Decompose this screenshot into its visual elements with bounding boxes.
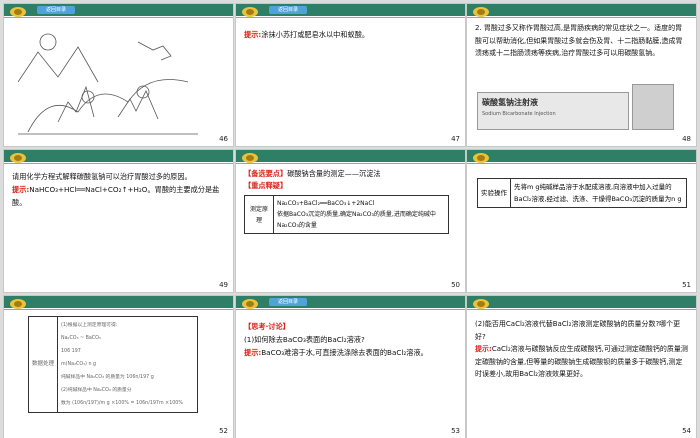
key-point-label: 【备选要点】 [244,169,288,178]
back-to-contents-button[interactable]: 返回目录 [269,298,307,306]
calc-line: 106 197 [61,349,81,354]
slide-header-bar [4,150,233,164]
slide-number: 52 [219,427,228,435]
slide-header-bar [467,296,696,310]
logo-icon [242,7,258,17]
calc-line: (2)纯碱样品中 Na₂CO₃ 的质量分 [61,388,132,393]
slide-body: 【备选要点】碳酸钠含量的测定——沉淀法 【重点释疑】 测定原理 Na₂CO₃+B… [244,168,457,234]
tip-label: 提示: [244,30,262,39]
medicine-photo: 碳酸氢钠注射液 Sodium Bicarbonate Injection [477,92,629,130]
slide-body: 【思考·讨论】 (1)如何除去BaCO₃表面的BaCl₂溶液? 提示:BaCO₃… [244,320,457,359]
think-discuss-label: 【思考·讨论】 [244,322,290,331]
logo-icon [473,299,489,309]
slide-number: 47 [451,135,460,143]
slide-number: 54 [682,427,691,435]
logo-icon [10,299,26,309]
slide-thumbnail[interactable]: 返回目录 46 [4,4,233,146]
tip-label: 提示: [244,348,262,357]
slide-number: 53 [451,427,460,435]
medicine-box-photo [632,84,674,130]
slide-number: 48 [682,135,691,143]
logo-icon [10,7,26,17]
calc-line: 纯碱样品中 Na₂CO₃ 的质量为 106n/197 g [61,375,154,380]
slide-thumbnail[interactable]: 请用化学方程式解释碳酸氢钠可以治疗胃酸过多的原因。 提示:NaHCO₃+HCl═… [4,150,233,292]
key-point-text: 碳酸钠含量的测定——沉淀法 [287,169,381,178]
principle-text: 依据BaCO₃沉淀的质量,确定Na₂CO₃的质量,进而确定纯碱中Na₂CO₃的含… [277,211,436,229]
logo-icon [242,299,258,309]
data-processing-table: 数据处理 (1)根据以上测定原理可得: Na₂CO₃ ~ BaCO₃ 106 1… [28,316,198,413]
slide-header-bar [4,296,233,310]
slide-thumbnail[interactable]: 返回目录 【思考·讨论】 (1)如何除去BaCO₃表面的BaCl₂溶液? 提示:… [236,296,465,438]
table-label: 实验操作 [477,178,511,208]
slide-thumbnail[interactable]: 数据处理 (1)根据以上测定原理可得: Na₂CO₃ ~ BaCO₃ 106 1… [4,296,233,438]
principle-table: 测定原理 Na₂CO₃+BaCl₂══BaCO₃↓+2NaCl 依据BaCO₃沉… [244,195,449,234]
slide-thumbnail[interactable]: 返回目录 提示:涂抹小苏打或肥皂水以中和蚁酸。 47 [236,4,465,146]
slide-header-bar [467,150,696,164]
calc-line: 数为 (106n/197)/m g ×100% = 106n/197m ×100… [61,401,183,406]
slide-thumbnail[interactable]: 【备选要点】碳酸钠含量的测定——沉淀法 【重点释疑】 测定原理 Na₂CO₃+B… [236,150,465,292]
table-cell: Na₂CO₃+BaCl₂══BaCO₃↓+2NaCl 依据BaCO₃沉淀的质量,… [273,195,449,234]
question-text: 请用化学方程式解释碳酸氢钠可以治疗胃酸过多的原因。 [12,172,192,181]
slide-body: 提示:涂抹小苏打或肥皂水以中和蚁酸。 [244,28,457,41]
tip-text: 涂抹小苏打或肥皂水以中和蚁酸。 [261,30,370,39]
question-text: (1)如何除去BaCO₃表面的BaCl₂溶液? [244,335,365,344]
slide-number: 51 [682,281,691,289]
slide-number: 49 [219,281,228,289]
slide-thumbnail[interactable]: (2)能否用CaCl₂溶液代替BaCl₂溶液测定碳酸钠的质量分数?哪个更好? 提… [467,296,696,438]
operation-table: 实验操作 先将m g纯碱样品溶于水配成溶液,向溶液中加入过量的BaCl₂溶液,经… [477,178,687,208]
slide-number: 50 [451,281,460,289]
equation-text: Na₂CO₃+BaCl₂══BaCO₃↓+2NaCl [277,200,375,207]
slide-thumbnail[interactable]: 实验操作 先将m g纯碱样品溶于水配成溶液,向溶液中加入过量的BaCl₂溶液,经… [467,150,696,292]
slide-body: 请用化学方程式解释碳酸氢钠可以治疗胃酸过多的原因。 提示:NaHCO₃+HCl═… [12,170,225,209]
slide-thumbnail[interactable]: 2. 胃酸过多又称作胃酸过高,是胃肠疾病的常见症状之一。适度的胃酸可以帮助消化,… [467,4,696,146]
photo-subtitle: Sodium Bicarbonate Injection [482,111,556,117]
logo-icon [473,7,489,17]
tip-text: CaCl₂溶液与碳酸钠反应生成碳酸钙,可通过测定碳酸钙的质量测定碳酸钠的含量,但… [475,345,688,378]
slide-body: (2)能否用CaCl₂溶液代替BaCl₂溶液测定碳酸钠的质量分数?哪个更好? 提… [475,318,688,381]
slide-number: 46 [219,135,228,143]
table-label: 数据处理 [28,316,58,413]
question-text: (2)能否用CaCl₂溶液代替BaCl₂溶液测定碳酸钠的质量分数?哪个更好? [475,320,681,341]
focus-label: 【重点释疑】 [244,181,288,190]
table-label: 测定原理 [244,195,274,234]
table-cell: (1)根据以上测定原理可得: Na₂CO₃ ~ BaCO₃ 106 197 m(… [57,316,198,413]
slide-sorter-grid: 返回目录 46 返回目录 提示:涂抹小苏打或肥皂水以中和蚁酸。 47 2. 胃酸… [0,0,700,438]
slide-header-bar [467,4,696,18]
calc-line: m(Na₂CO₃) n g [61,362,97,367]
logo-icon [242,153,258,163]
logo-icon [473,153,489,163]
tip-label: 提示: [12,185,30,194]
back-to-contents-button[interactable]: 返回目录 [37,6,75,14]
slide-body: 2. 胃酸过多又称作胃酸过高,是胃肠疾病的常见症状之一。适度的胃酸可以帮助消化,… [475,24,683,57]
photo-title: 碳酸氢钠注射液 [482,98,538,107]
calc-line: (1)根据以上测定原理可得: [61,323,118,328]
tip-text: NaHCO₃+HCl══NaCl+CO₂↑+H₂O。胃酸的主要成分是盐酸。 [12,185,220,207]
table-cell: 先将m g纯碱样品溶于水配成溶液,向溶液中加入过量的BaCl₂溶液,经过滤、洗涤… [510,178,687,208]
tip-label: 提示: [475,345,492,353]
logo-icon [10,153,26,163]
tip-text: BaCO₃难溶于水,可直接洗涤除去表面的BaCl₂溶液。 [261,348,428,357]
calc-line: Na₂CO₃ ~ BaCO₃ [61,336,101,341]
back-to-contents-button[interactable]: 返回目录 [269,6,307,14]
slide-header-bar [236,150,465,164]
cartoon-illustration [18,33,198,135]
